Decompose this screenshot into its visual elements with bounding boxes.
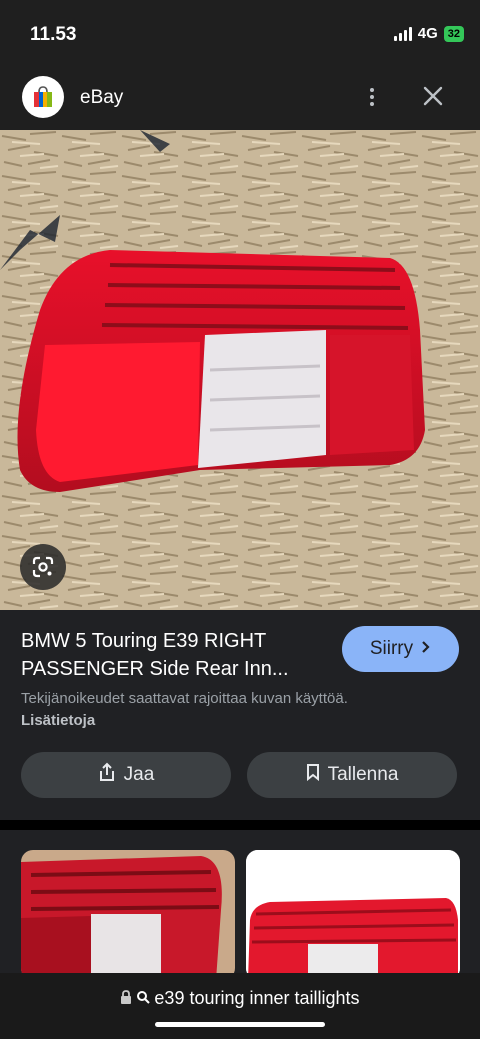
related-image-thumbnail[interactable]: [246, 850, 460, 980]
signal-icon: [393, 26, 412, 41]
battery-icon: 32: [443, 25, 464, 42]
copyright-notice: Tekijänoikeudet saattavat rajoittaa kuva…: [21, 688, 361, 732]
app-name: eBay: [80, 87, 124, 108]
status-bar: 11.53 4G 32: [0, 0, 480, 70]
related-image-thumbnail[interactable]: [21, 850, 235, 980]
visit-button[interactable]: Siirry: [342, 626, 459, 672]
share-button[interactable]: Jaa: [21, 752, 231, 798]
save-button[interactable]: Tallenna: [247, 752, 457, 798]
app-header: eBay: [0, 70, 480, 130]
more-vert-icon[interactable]: [360, 82, 384, 112]
google-lens-icon[interactable]: [20, 544, 66, 590]
search-icon: [136, 988, 151, 1009]
more-info-link[interactable]: Lisätietoja: [21, 712, 95, 729]
related-images: [0, 830, 480, 980]
result-title[interactable]: BMW 5 Touring E39 RIGHT PASSENGER Side R…: [21, 627, 331, 683]
status-indicators: 4G 32: [393, 25, 464, 42]
home-indicator: [155, 1022, 325, 1027]
bookmark-icon: [306, 763, 320, 787]
product-image[interactable]: [0, 130, 480, 610]
ebay-bag-icon[interactable]: [22, 76, 64, 118]
lock-icon: [120, 988, 132, 1009]
browser-bottom-bar: e39 touring inner taillights: [0, 973, 480, 1039]
visit-label: Siirry: [369, 638, 414, 659]
status-time: 11.53: [30, 24, 77, 45]
copyright-text: Tekijänoikeudet saattavat rajoittaa kuva…: [21, 690, 348, 707]
save-label: Tallenna: [327, 764, 399, 785]
network-type: 4G: [417, 25, 438, 42]
share-icon: [98, 762, 116, 788]
address-text: e39 touring inner taillights: [154, 988, 360, 1008]
result-info: BMW 5 Touring E39 RIGHT PASSENGER Side R…: [0, 610, 480, 820]
section-divider: [0, 820, 480, 830]
close-icon[interactable]: [418, 80, 448, 112]
battery-level: 32: [447, 27, 460, 40]
chevron-right-icon: [421, 638, 431, 660]
share-label: Jaa: [123, 764, 155, 785]
address-bar[interactable]: e39 touring inner taillights: [0, 988, 480, 1009]
